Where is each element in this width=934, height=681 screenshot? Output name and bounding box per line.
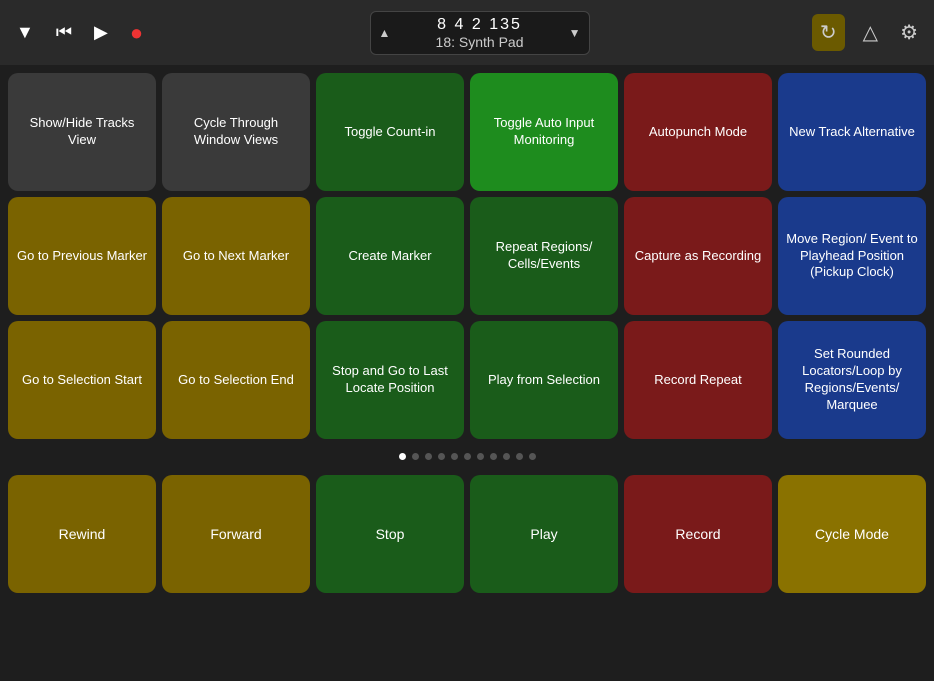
bottom-cell-1[interactable]: Forward [162,475,310,593]
grid-cell-r0-c5[interactable]: New Track Alternative [778,73,926,191]
grid-cell-r0-c1[interactable]: Cycle Through Window Views [162,73,310,191]
grid-cell-r0-c2[interactable]: Toggle Count-in [316,73,464,191]
grid-cell-r1-c5[interactable]: Move Region/ Event to Playhead Position … [778,197,926,315]
record-icon: ● [130,20,143,46]
down-arrow-icon: ▼ [569,26,581,40]
play-button[interactable]: ▶ [90,18,112,47]
page-dot-0[interactable] [399,453,406,460]
track-name-display: 18: Synth Pad [436,34,524,50]
grid-cell-r0-c3[interactable]: Toggle Auto Input Monitoring [470,73,618,191]
bottom-grid: RewindForwardStopPlayRecordCycle Mode [8,475,926,593]
up-arrow-icon: ▲ [379,26,391,40]
grid-cell-r1-c0[interactable]: Go to Previous Marker [8,197,156,315]
grid-cell-r0-c4[interactable]: Autopunch Mode [624,73,772,191]
grid-cell-r1-c1[interactable]: Go to Next Marker [162,197,310,315]
page-dot-1[interactable] [412,453,419,460]
transport-display[interactable]: ▲ 8 4 2 135 18: Synth Pad ▼ [370,11,590,55]
transport-controls: ▼ ⏮ ▶ ● [12,16,147,50]
rewind-icon: ⏮ [56,22,72,43]
bottom-bar: RewindForwardStopPlayRecordCycle Mode [0,469,934,599]
metronome-icon: △ [863,20,878,45]
grid-cell-r1-c4[interactable]: Capture as Recording [624,197,772,315]
bottom-cell-0[interactable]: Rewind [8,475,156,593]
top-bar: ▼ ⏮ ▶ ● ▲ 8 4 2 135 18: Synth Pad ▼ ↻ △ … [0,0,934,65]
bottom-cell-3[interactable]: Play [470,475,618,593]
page-dot-8[interactable] [503,453,510,460]
dropdown-arrow-icon: ▼ [16,22,34,43]
page-dot-10[interactable] [529,453,536,460]
play-icon: ▶ [94,22,108,43]
page-dot-7[interactable] [490,453,497,460]
cycle-button[interactable]: ↻ [812,14,845,51]
grid-cell-r1-c2[interactable]: Create Marker [316,197,464,315]
grid-cell-r1-c3[interactable]: Repeat Regions/ Cells/Events [470,197,618,315]
page-dots [0,443,934,469]
bottom-cell-2[interactable]: Stop [316,475,464,593]
grid-cell-r2-c3[interactable]: Play from Selection [470,321,618,439]
cycle-icon: ↻ [820,20,837,45]
grid-cell-r2-c5[interactable]: Set Rounded Locators/Loop by Regions/Eve… [778,321,926,439]
record-button[interactable]: ● [126,16,147,50]
grid-cell-r2-c0[interactable]: Go to Selection Start [8,321,156,439]
bottom-cell-4[interactable]: Record [624,475,772,593]
page-dot-4[interactable] [451,453,458,460]
button-grid: Show/Hide Tracks ViewCycle Through Windo… [8,73,926,439]
dropdown-arrow-button[interactable]: ▼ [12,18,38,47]
page-dot-9[interactable] [516,453,523,460]
page-dot-5[interactable] [464,453,471,460]
settings-button[interactable]: ⚙ [896,16,922,49]
grid-cell-r0-c0[interactable]: Show/Hide Tracks View [8,73,156,191]
settings-icon: ⚙ [900,20,918,45]
grid-cell-r2-c4[interactable]: Record Repeat [624,321,772,439]
rewind-button[interactable]: ⏮ [52,18,76,47]
timecode-display: 8 4 2 135 [437,16,522,34]
transport-display-wrapper: ▲ 8 4 2 135 18: Synth Pad ▼ [157,11,802,55]
page-dot-3[interactable] [438,453,445,460]
page-dot-2[interactable] [425,453,432,460]
top-bar-right: ↻ △ ⚙ [812,14,922,51]
main-grid-area: Show/Hide Tracks ViewCycle Through Windo… [0,65,934,439]
page-dot-6[interactable] [477,453,484,460]
grid-cell-r2-c2[interactable]: Stop and Go to Last Locate Position [316,321,464,439]
metronome-button[interactable]: △ [859,16,882,49]
grid-cell-r2-c1[interactable]: Go to Selection End [162,321,310,439]
bottom-cell-5[interactable]: Cycle Mode [778,475,926,593]
